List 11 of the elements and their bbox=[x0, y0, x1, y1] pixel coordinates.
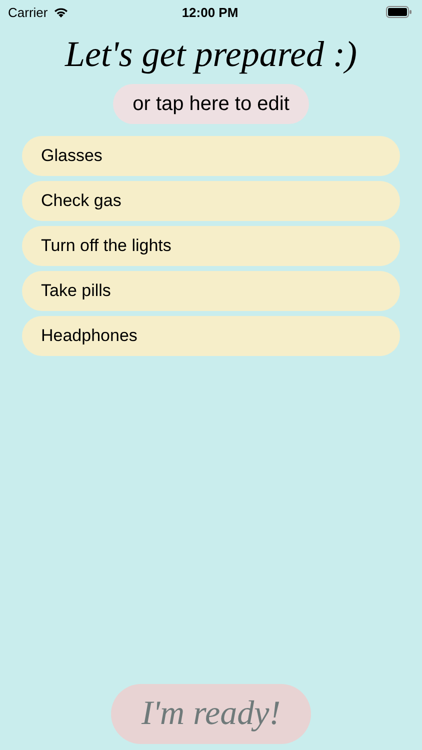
checklist-item[interactable]: Check gas bbox=[22, 181, 400, 221]
checklist-item[interactable]: Glasses bbox=[22, 136, 400, 176]
wifi-icon bbox=[52, 6, 69, 18]
checklist-item[interactable]: Turn off the lights bbox=[22, 226, 400, 266]
status-time: 12:00 PM bbox=[182, 4, 238, 20]
carrier-label: Carrier bbox=[8, 4, 48, 20]
checklist-item[interactable]: Take pills bbox=[22, 271, 400, 311]
checklist-item[interactable]: Headphones bbox=[22, 316, 400, 356]
page-title: Let's get prepared :) bbox=[64, 33, 358, 76]
battery-icon bbox=[386, 6, 412, 18]
edit-button[interactable]: or tap here to edit bbox=[112, 84, 310, 124]
